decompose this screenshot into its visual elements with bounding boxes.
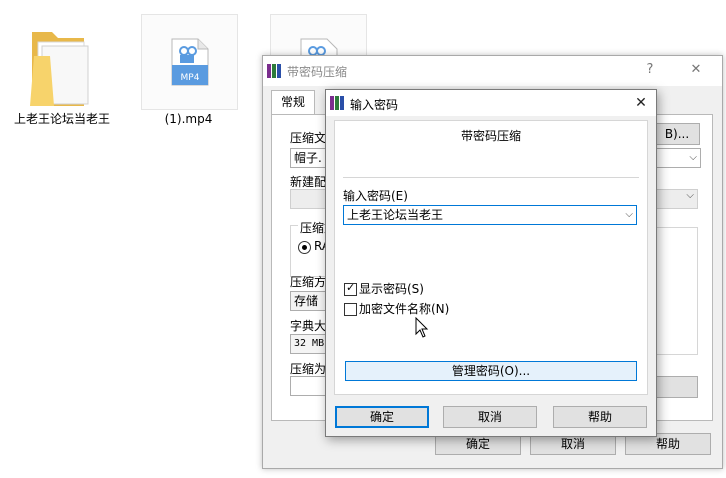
- back-title: 带密码压缩: [287, 65, 348, 79]
- options-box: [652, 227, 698, 355]
- password-dialog: 输入密码 ✕ 带密码压缩 输入密码(E) 上老王论坛当老王 ⌵ ✓ 显示密码(S…: [325, 89, 657, 437]
- video-label: (1).mp4: [164, 112, 213, 126]
- desktop-folder[interactable]: 上老王论坛当老王: [12, 14, 112, 144]
- front-titlebar: 输入密码 ✕: [326, 90, 656, 116]
- radio-rar[interactable]: [298, 241, 311, 254]
- panel-button[interactable]: [652, 376, 698, 398]
- browse-button[interactable]: B)...: [654, 123, 700, 145]
- archive-name-label: 压缩文: [290, 131, 327, 145]
- desktop-video[interactable]: MP4: [141, 14, 238, 110]
- method-label: 压缩方: [290, 275, 327, 289]
- manage-passwords-button[interactable]: 管理密码(O)...: [345, 361, 637, 381]
- chevron-down-icon: ⌵: [689, 152, 697, 163]
- password-input[interactable]: 上老王论坛当老王 ⌵: [343, 205, 637, 225]
- folder-icon: [30, 32, 89, 106]
- winrar-icon: [267, 64, 281, 78]
- video-badge: MP4: [180, 73, 200, 83]
- chevron-down-icon: ⌵: [625, 209, 633, 220]
- help-icon[interactable]: ?: [635, 59, 665, 81]
- check-icon: ✓: [346, 281, 356, 294]
- divider: [343, 177, 639, 178]
- show-password-checkbox[interactable]: ✓: [344, 281, 357, 296]
- encrypt-filenames-checkbox[interactable]: [344, 303, 357, 316]
- archive-name-value: 帽子.: [294, 151, 322, 165]
- profile-label: 新建配: [290, 175, 327, 189]
- close-icon[interactable]: ✕: [626, 92, 656, 114]
- folder-label: 上老王论坛当老王: [13, 112, 110, 126]
- desktop-video-2[interactable]: [270, 14, 367, 60]
- close-icon[interactable]: ✕: [681, 59, 711, 81]
- winrar-icon: [330, 96, 344, 110]
- dialog-heading: 带密码压缩: [460, 129, 521, 143]
- front-title: 输入密码: [350, 98, 399, 112]
- password-panel: 带密码压缩 输入密码(E) 上老王论坛当老王 ⌵ ✓ 显示密码(S) 加密文件名…: [334, 120, 648, 395]
- password-label: 输入密码(E): [343, 189, 408, 203]
- dict-value: 32 MB: [294, 338, 325, 349]
- tab-general[interactable]: 常规: [271, 90, 315, 115]
- ok-button[interactable]: 确定: [335, 406, 429, 428]
- split-label: 压缩为: [290, 362, 327, 376]
- password-value: 上老王论坛当老王: [347, 208, 444, 222]
- back-titlebar: 带密码压缩 ? ✕: [263, 56, 722, 86]
- mouse-cursor-icon: [415, 317, 429, 338]
- dict-label: 字典大: [290, 319, 327, 333]
- video-label-wrap: (1).mp4: [141, 112, 236, 127]
- cancel-button[interactable]: 取消: [443, 406, 537, 428]
- chevron-down-icon: ⌵: [686, 190, 694, 201]
- help-button[interactable]: 帮助: [553, 406, 647, 428]
- method-value: 存储: [294, 294, 319, 308]
- encrypt-filenames-label: 加密文件名称(N): [359, 302, 450, 316]
- show-password-label: 显示密码(S): [359, 282, 424, 296]
